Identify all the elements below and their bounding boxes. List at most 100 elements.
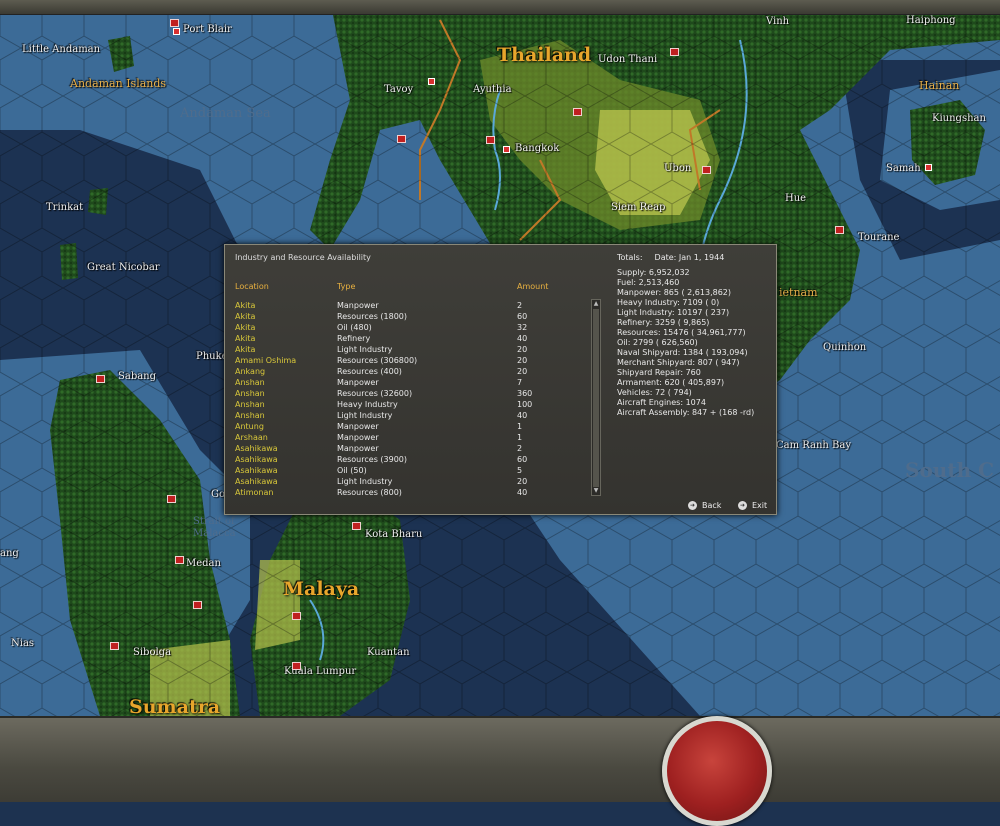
table-row[interactable]: Akita Light Industry 20 xyxy=(225,344,595,355)
row-location[interactable]: Akita xyxy=(235,333,255,344)
row-location[interactable]: Atimonan xyxy=(235,487,273,498)
map-label-nias: Nias xyxy=(11,638,35,649)
row-location[interactable]: Asahikawa xyxy=(235,454,278,465)
base-marker[interactable] xyxy=(96,375,105,383)
total-merchant-shipyard: Merchant Shipyard: 807 ( 947) xyxy=(617,358,740,367)
table-row[interactable]: Asahikawa Oil (50) 5 xyxy=(225,465,595,476)
base-marker[interactable] xyxy=(173,28,180,35)
end-turn-button[interactable] xyxy=(662,716,772,826)
row-location[interactable]: Asahikawa xyxy=(235,443,278,454)
resource-list-scrollbar[interactable]: ▲ ▼ xyxy=(591,299,601,496)
base-marker[interactable] xyxy=(486,136,495,144)
table-row[interactable]: Asahikawa Manpower 2 xyxy=(225,443,595,454)
map-label-strait-of-malacca: Strait of Malacca xyxy=(193,516,236,539)
row-location[interactable]: Antung xyxy=(235,421,264,432)
table-row[interactable]: Atimonan Resources (800) 40 xyxy=(225,487,595,498)
table-row[interactable]: Anshan Resources (32600) 360 xyxy=(225,388,595,399)
map-label-bangkok: Bangkok xyxy=(515,143,560,154)
base-marker[interactable] xyxy=(175,556,184,564)
total-vehicles: Vehicles: 72 ( 794) xyxy=(617,388,692,397)
row-amount: 100 xyxy=(517,400,533,409)
map-label-samah: Samah xyxy=(886,163,921,174)
map-label-vietnam: ietnam xyxy=(779,286,818,299)
row-amount: 1 xyxy=(517,422,523,431)
base-marker[interactable] xyxy=(292,662,301,670)
total-aircraft-engines: Aircraft Engines: 1074 xyxy=(617,398,706,407)
base-marker[interactable] xyxy=(193,601,202,609)
scroll-down-icon[interactable]: ▼ xyxy=(592,487,600,495)
row-type: Oil (50) xyxy=(337,466,367,475)
top-frame xyxy=(0,0,1000,15)
row-location[interactable]: Akita xyxy=(235,322,255,333)
back-button[interactable]: ➜ Back xyxy=(688,501,721,510)
row-type: Light Industry xyxy=(337,345,393,354)
map-label-kuantan: Kuantan xyxy=(367,647,410,658)
column-header-location[interactable]: Location xyxy=(235,282,269,291)
industry-resource-panel: Industry and Resource Availability Locat… xyxy=(224,244,777,515)
row-location[interactable]: Amami Oshima xyxy=(235,355,296,366)
base-marker[interactable] xyxy=(292,612,301,620)
table-row[interactable]: Arshaan Manpower 1 xyxy=(225,432,595,443)
row-amount: 5 xyxy=(517,466,523,475)
row-type: Manpower xyxy=(337,433,379,442)
row-type: Refinery xyxy=(337,334,371,343)
base-marker[interactable] xyxy=(428,78,435,85)
base-marker[interactable] xyxy=(835,226,844,234)
table-row[interactable]: Akita Resources (1800) 60 xyxy=(225,311,595,322)
row-location[interactable]: Ankang xyxy=(235,366,265,377)
row-location[interactable]: Anshan xyxy=(235,377,265,388)
table-row[interactable]: Akita Manpower 2 xyxy=(225,300,595,311)
table-row[interactable]: Ankang Resources (400) 20 xyxy=(225,366,595,377)
map-label-kiungshan: Kiungshan xyxy=(932,113,986,124)
base-marker[interactable] xyxy=(167,495,176,503)
row-amount: 60 xyxy=(517,312,528,321)
row-location[interactable]: Anshan xyxy=(235,399,265,410)
total-supply: Supply: 6,952,032 xyxy=(617,268,690,277)
row-location[interactable]: Anshan xyxy=(235,388,265,399)
table-row[interactable]: Anshan Manpower 7 xyxy=(225,377,595,388)
base-marker[interactable] xyxy=(352,522,361,530)
scroll-up-icon[interactable]: ▲ xyxy=(592,300,600,308)
row-type: Resources (400) xyxy=(337,367,402,376)
base-marker[interactable] xyxy=(110,642,119,650)
column-header-amount[interactable]: Amount xyxy=(517,282,548,291)
base-marker[interactable] xyxy=(397,135,406,143)
column-header-type[interactable]: Type xyxy=(337,282,355,291)
table-row[interactable]: Anshan Light Industry 40 xyxy=(225,410,595,421)
base-marker[interactable] xyxy=(702,166,711,174)
scroll-thumb[interactable] xyxy=(593,309,599,487)
base-marker[interactable] xyxy=(573,108,582,116)
table-row[interactable]: Asahikawa Resources (3900) 60 xyxy=(225,454,595,465)
row-type: Resources (3900) xyxy=(337,455,407,464)
table-row[interactable]: Akita Oil (480) 32 xyxy=(225,322,595,333)
row-type: Resources (800) xyxy=(337,488,402,497)
row-location[interactable]: Akita xyxy=(235,311,255,322)
table-row[interactable]: Amami Oshima Resources (306800) 20 xyxy=(225,355,595,366)
base-marker[interactable] xyxy=(503,146,510,153)
map-label-kota-bharu: Kota Bharu xyxy=(365,529,423,540)
exit-label: Exit xyxy=(752,501,768,510)
row-location[interactable]: Arshaan xyxy=(235,432,268,443)
total-heavy-industry: Heavy Industry: 7109 ( 0) xyxy=(617,298,720,307)
row-location[interactable]: Asahikawa xyxy=(235,465,278,476)
row-type: Resources (1800) xyxy=(337,312,407,321)
table-row[interactable]: Asahikawa Light Industry 20 xyxy=(225,476,595,487)
row-location[interactable]: Akita xyxy=(235,300,255,311)
table-row[interactable]: Anshan Heavy Industry 100 xyxy=(225,399,595,410)
back-arrow-icon: ➜ xyxy=(688,501,697,510)
map-label-hue: Hue xyxy=(785,193,807,204)
map-label-andaman-sea: Andaman Sea xyxy=(180,106,271,121)
row-location[interactable]: Akita xyxy=(235,344,255,355)
base-marker[interactable] xyxy=(670,48,679,56)
base-marker[interactable] xyxy=(925,164,932,171)
map-label-trinkat: Trinkat xyxy=(46,202,84,213)
table-row[interactable]: Akita Refinery 40 xyxy=(225,333,595,344)
table-row[interactable]: Antung Manpower 1 xyxy=(225,421,595,432)
row-type: Light Industry xyxy=(337,477,393,486)
row-location[interactable]: Anshan xyxy=(235,410,265,421)
row-type: Resources (306800) xyxy=(337,356,418,365)
row-location[interactable]: Asahikawa xyxy=(235,476,278,487)
base-marker[interactable] xyxy=(170,19,179,27)
exit-button[interactable]: ➜ Exit xyxy=(738,501,767,510)
row-type: Resources (32600) xyxy=(337,389,413,398)
